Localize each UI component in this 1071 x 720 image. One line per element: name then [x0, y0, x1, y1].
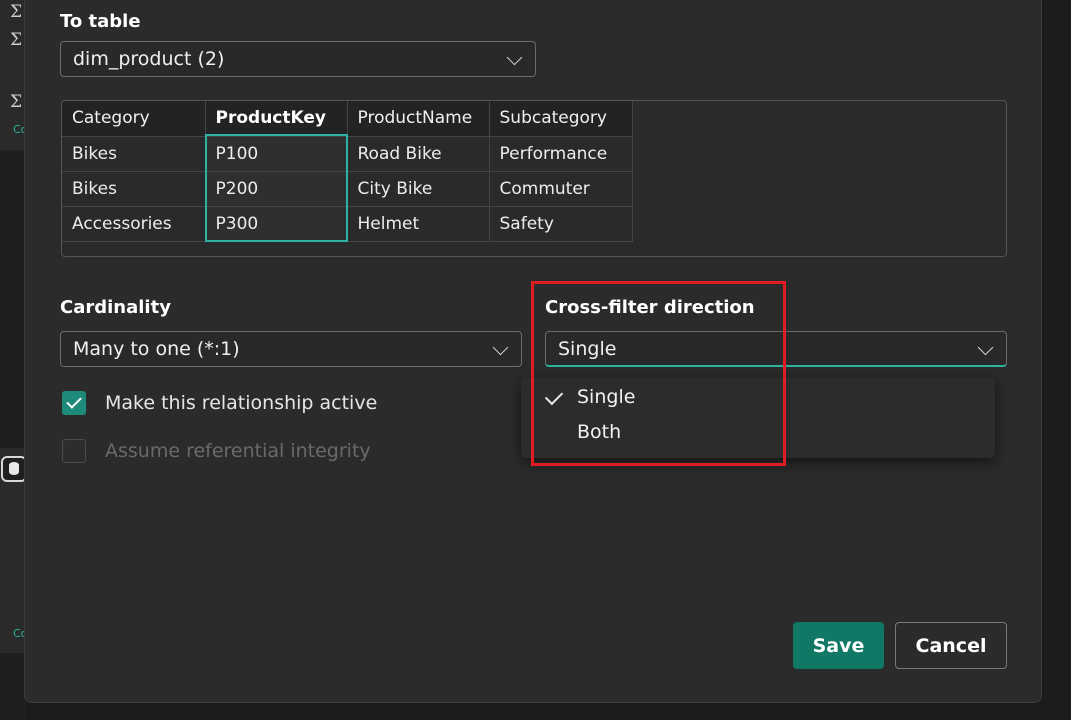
cardinality-value: Many to one (*:1): [73, 338, 240, 360]
table-cell: P300: [205, 206, 348, 242]
to-table-label: To table: [60, 11, 141, 32]
cross-filter-value: Single: [558, 337, 617, 360]
table-row: Accessories P300 Helmet Safety: [62, 206, 633, 242]
table-row: Bikes P200 City Bike Commuter: [62, 171, 633, 207]
column-header-productkey[interactable]: ProductKey: [205, 101, 348, 137]
referential-integrity-checkbox[interactable]: [62, 439, 86, 463]
cross-filter-menu: Single Both: [521, 378, 995, 458]
cardinality-dropdown[interactable]: Many to one (*:1): [60, 331, 522, 367]
checkmark-icon: [544, 386, 564, 406]
menu-item-single[interactable]: Single: [521, 379, 995, 414]
table-cell: Safety: [489, 206, 633, 242]
table-preview: Category ProductKey ProductName Subcateg…: [61, 100, 1007, 257]
cross-filter-dropdown[interactable]: Single: [545, 331, 1007, 367]
to-table-dropdown[interactable]: dim_product (2): [60, 41, 536, 77]
sigma-icon: Σ: [10, 30, 23, 50]
table-cell: City Bike: [347, 171, 490, 207]
table-cell: Accessories: [62, 206, 206, 242]
chevron-down-icon: [509, 52, 521, 64]
column-header-subcategory[interactable]: Subcategory: [489, 101, 633, 137]
table-cell: Road Bike: [347, 136, 490, 172]
menu-item-label: Single: [577, 385, 636, 408]
make-active-checkbox[interactable]: [62, 391, 86, 415]
to-table-value: dim_product (2): [73, 48, 225, 70]
preview-table: Category ProductKey ProductName Subcateg…: [62, 101, 633, 242]
column-header-category[interactable]: Category: [62, 101, 206, 137]
referential-integrity-label: Assume referential integrity: [105, 440, 371, 462]
make-active-row[interactable]: Make this relationship active: [62, 391, 377, 415]
chevron-down-icon: [495, 342, 507, 354]
table-cell: Bikes: [62, 136, 206, 172]
cardinality-label: Cardinality: [60, 297, 171, 318]
save-button[interactable]: Save: [793, 622, 884, 669]
sigma-icon: Σ: [10, 92, 23, 112]
table-cell: Commuter: [489, 171, 633, 207]
cancel-button[interactable]: Cancel: [895, 622, 1007, 669]
table-cell: Helmet: [347, 206, 490, 242]
table-row: Bikes P100 Road Bike Performance: [62, 136, 633, 172]
referential-integrity-row: Assume referential integrity: [62, 439, 371, 463]
menu-item-label: Both: [577, 420, 622, 443]
make-active-label: Make this relationship active: [105, 392, 378, 414]
table-cell: P100: [205, 136, 348, 172]
menu-item-both[interactable]: Both: [521, 414, 995, 449]
cross-filter-label: Cross-filter direction: [545, 297, 755, 318]
table-cell: Bikes: [62, 171, 206, 207]
sigma-icon: Σ: [10, 2, 23, 22]
column-header-productname[interactable]: ProductName: [347, 101, 490, 137]
table-header-row: Category ProductKey ProductName Subcateg…: [62, 101, 633, 137]
table-cell: P200: [205, 171, 348, 207]
edit-relationship-dialog: To table dim_product (2) Category Produc…: [24, 0, 1042, 703]
table-cell: Performance: [489, 136, 633, 172]
chevron-down-icon: [980, 342, 992, 354]
